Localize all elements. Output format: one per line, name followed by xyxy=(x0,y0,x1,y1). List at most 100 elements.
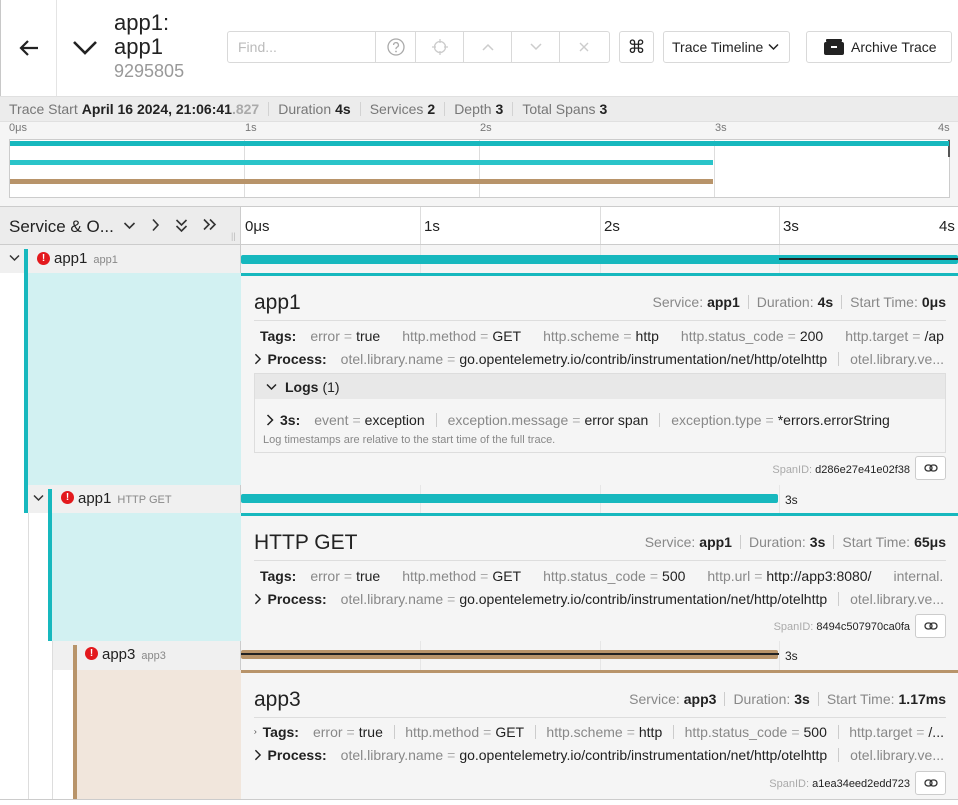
trace-start-value: April 16 2024, 21:06:41 xyxy=(81,101,232,117)
log-value: exception xyxy=(364,412,425,428)
chevron-down-icon[interactable] xyxy=(123,221,136,231)
logs-panel: Logs (1) 3s: event = exception exception.me… xyxy=(254,373,946,453)
service-operation-header: Service & O... || xyxy=(0,207,241,244)
indent-guide xyxy=(28,670,29,799)
copy-link-button[interactable] xyxy=(915,456,946,480)
timeline-gridline xyxy=(779,207,780,244)
trace-minimap[interactable]: 0μs 1s 2s 3s 4s xyxy=(0,122,958,206)
tag-key: http.status_code xyxy=(543,568,646,584)
divider xyxy=(724,692,726,706)
span-service-name: app3 xyxy=(102,646,136,663)
find-input[interactable] xyxy=(228,32,375,62)
chevron-right-icon[interactable] xyxy=(151,218,161,232)
services-label: Services xyxy=(369,101,424,117)
chevron-down-icon[interactable] xyxy=(33,494,44,502)
tag-value: http xyxy=(638,724,663,740)
trace-id: 9295805 xyxy=(114,61,185,81)
chevron-up-icon xyxy=(481,43,494,51)
crosshair-icon xyxy=(431,39,448,55)
start-time-label: Start Time: xyxy=(850,294,918,310)
span-row[interactable]: ! app1 app1 xyxy=(0,245,958,273)
process-eq: = xyxy=(447,591,456,607)
chevron-down-icon[interactable] xyxy=(9,254,20,262)
chevron-right-icon xyxy=(254,730,257,734)
log-entry[interactable]: 3s: event = exception exception.message = er… xyxy=(266,410,956,430)
tag-eq: = xyxy=(480,568,489,584)
timeline-gridline xyxy=(779,485,780,513)
indent-gutter xyxy=(0,485,24,513)
log-time: 3s: xyxy=(280,412,301,428)
span-detail-title: HTTP GET xyxy=(254,531,358,554)
clear-find-button[interactable] xyxy=(559,32,607,62)
tag-key: http.method xyxy=(402,568,477,584)
process-key: otel.library.ve... xyxy=(850,351,944,367)
tags-row[interactable]: Tags: error = true http.method = GET http.sc… xyxy=(254,722,944,742)
span-name-cell[interactable]: ! app1 HTTP GET xyxy=(0,485,241,513)
logs-header[interactable]: Logs (1) xyxy=(255,374,945,399)
copy-link-button[interactable] xyxy=(915,614,946,638)
span-timeline-cell[interactable]: 3s xyxy=(241,641,958,670)
span-id: SpanID: a1ea34eed2edd723 xyxy=(769,778,910,790)
link-icon xyxy=(923,622,938,630)
view-mode-select[interactable]: Trace Timeline xyxy=(663,31,790,63)
tags-row[interactable]: Tags: error = true http.method = GET http.sc… xyxy=(254,326,944,346)
log-key: exception.type xyxy=(671,412,762,428)
error-icon: ! xyxy=(61,491,74,504)
span-timeline-cell[interactable] xyxy=(241,245,958,273)
detail-gutter xyxy=(77,670,241,799)
span-id-value: a1ea34eed2edd723 xyxy=(812,778,910,790)
keyboard-help-button[interactable] xyxy=(375,32,415,62)
chevron-right-icon xyxy=(266,414,274,426)
tag-value: http://app3:8080/ xyxy=(766,568,872,584)
tag-value: 500 xyxy=(662,568,686,584)
process-label: Process: xyxy=(267,591,327,607)
tags-label: Tags: xyxy=(260,568,297,584)
span-timeline-cell[interactable]: 3s xyxy=(241,485,958,513)
tag-eq: = xyxy=(791,724,800,740)
span-row[interactable]: ! app1 HTTP GET 3s xyxy=(0,485,958,513)
minimap-canvas[interactable] xyxy=(9,139,950,198)
back-button[interactable] xyxy=(1,0,57,96)
indent-gutter xyxy=(0,273,24,485)
span-name-cell[interactable]: ! app3 app3 xyxy=(0,641,241,670)
span-bar[interactable] xyxy=(241,494,778,503)
double-chevron-right-icon[interactable] xyxy=(202,218,217,231)
tag-value: 500 xyxy=(803,724,827,740)
span-id-label: SpanID: xyxy=(769,778,810,790)
locate-button[interactable] xyxy=(415,32,463,62)
tags-row[interactable]: Tags: error = true http.method = GET http.st… xyxy=(254,566,944,586)
tag-key: error xyxy=(310,328,340,344)
tag-value: GET xyxy=(492,328,522,344)
archive-icon xyxy=(824,39,844,55)
tag-eq: = xyxy=(916,724,925,740)
span-row[interactable]: ! app3 app3 3s xyxy=(0,641,958,670)
process-key: otel.library.ve... xyxy=(850,591,944,607)
next-match-button[interactable] xyxy=(511,32,559,62)
collapse-header-button[interactable] xyxy=(71,36,99,58)
span-detail-title: app3 xyxy=(254,688,301,711)
tag-value: /... xyxy=(928,724,944,740)
tag-eq: = xyxy=(343,328,353,344)
trace-title: app1: app1 xyxy=(114,10,170,59)
shortcuts-button[interactable]: ⌘ xyxy=(619,31,654,63)
divider xyxy=(268,102,270,116)
tag-eq: = xyxy=(623,328,632,344)
duration-value: 3s xyxy=(809,534,826,550)
prev-match-button[interactable] xyxy=(463,32,511,62)
process-row[interactable]: Process: otel.library.name = go.openteleme… xyxy=(254,589,944,609)
process-row[interactable]: Process: otel.library.name = go.openteleme… xyxy=(254,349,944,369)
tag-value: GET xyxy=(492,568,522,584)
double-chevron-down-icon[interactable] xyxy=(175,218,188,233)
process-eq: = xyxy=(447,351,456,367)
tag-key: http.url xyxy=(707,568,751,584)
log-eq: = xyxy=(765,412,774,428)
service-label: Service: xyxy=(644,534,696,550)
copy-link-button[interactable] xyxy=(915,771,946,795)
column-resize-handle[interactable]: || xyxy=(231,231,236,241)
duration-label: Duration xyxy=(278,101,332,117)
process-row[interactable]: Process: otel.library.name = go.openteleme… xyxy=(254,745,944,765)
start-time-label: Start Time: xyxy=(842,534,911,550)
span-name-cell[interactable]: ! app1 app1 xyxy=(0,245,241,273)
archive-trace-button[interactable]: Archive Trace xyxy=(806,31,952,63)
divider xyxy=(444,102,446,116)
